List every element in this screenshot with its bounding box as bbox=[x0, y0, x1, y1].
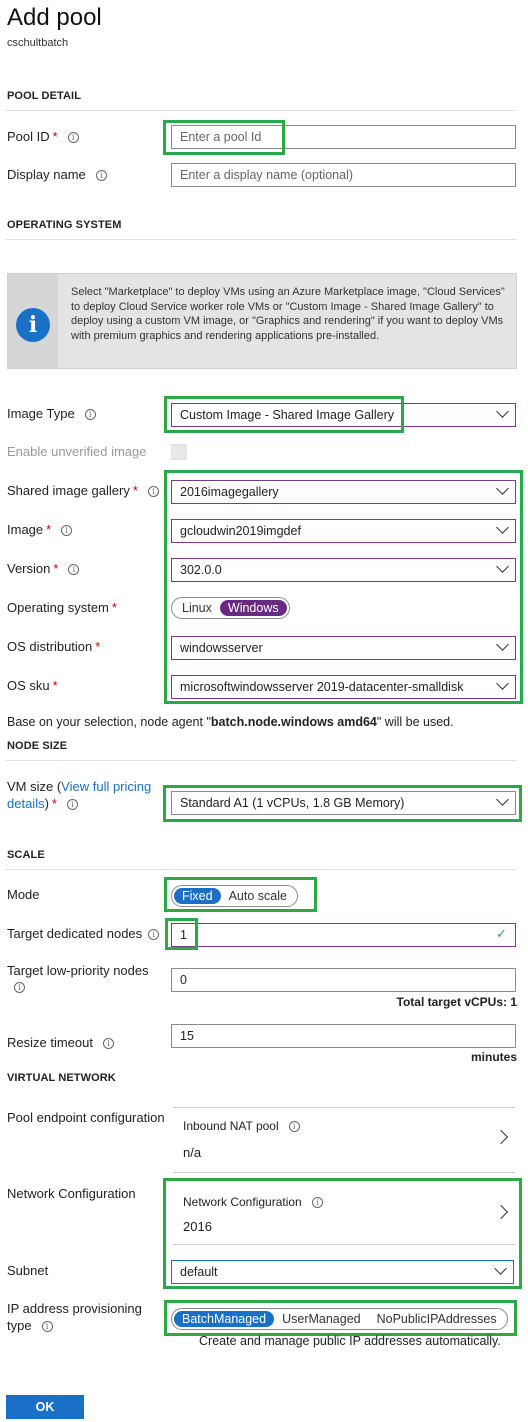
os-distribution-label: OS distribution * bbox=[7, 639, 101, 654]
unverified-image-label: Enable unverified image bbox=[7, 444, 147, 459]
display-name-input[interactable]: Enter a display name (optional) bbox=[171, 163, 516, 187]
image-type-label: Image Type i bbox=[7, 406, 96, 421]
highlight-network-group bbox=[163, 1178, 522, 1289]
resize-timeout-unit: minutes bbox=[470, 1050, 517, 1064]
info-icon: i bbox=[148, 929, 160, 940]
gallery-label: Shared image gallery * i bbox=[7, 483, 159, 498]
section-pool-detail: POOL DETAIL bbox=[7, 90, 82, 102]
highlight-image-type bbox=[164, 396, 404, 433]
dedicated-nodes-input[interactable]: 1 ✓ bbox=[171, 923, 516, 947]
highlight-image-group bbox=[164, 470, 523, 704]
resize-timeout-input[interactable]: 15 bbox=[171, 1024, 516, 1048]
info-icon: i bbox=[84, 409, 96, 420]
display-name-label: Display name i bbox=[7, 167, 107, 182]
info-icon: i bbox=[147, 486, 159, 497]
page-title: Add pool bbox=[7, 4, 102, 31]
mode-label: Mode bbox=[7, 887, 40, 902]
info-icon: i bbox=[67, 132, 79, 143]
pool-endpoint-label: Pool endpoint configuration bbox=[7, 1110, 165, 1125]
info-icon: i bbox=[41, 1321, 53, 1332]
divider bbox=[5, 110, 517, 111]
ip-provisioning-label-line1: IP address provisioning bbox=[7, 1301, 142, 1316]
info-icon: i bbox=[102, 1038, 114, 1049]
inbound-nat-pool-title: Inbound NAT pool i bbox=[183, 1119, 300, 1133]
ip-provisioning-description: Create and manage public IP addresses au… bbox=[199, 1334, 501, 1348]
image-label: Image * i bbox=[7, 522, 73, 537]
chevron-right-icon bbox=[493, 1129, 509, 1145]
resize-timeout-label: Resize timeout i bbox=[7, 1035, 114, 1050]
dedicated-nodes-label: Target dedicated nodes i bbox=[7, 926, 160, 941]
pool-id-label: Pool ID * i bbox=[7, 129, 79, 144]
unverified-image-checkbox[interactable] bbox=[171, 444, 187, 460]
low-priority-input[interactable]: 0 bbox=[171, 968, 516, 992]
highlight-mode bbox=[164, 877, 317, 912]
info-icon: i bbox=[68, 564, 80, 575]
subnet-label: Subnet bbox=[7, 1263, 49, 1278]
account-name: cschultbatch bbox=[7, 37, 69, 49]
highlight-vm-size bbox=[163, 785, 522, 822]
total-vcpus: Total target vCPUs: 1 bbox=[396, 995, 517, 1009]
section-node-size: NODE SIZE bbox=[7, 740, 68, 752]
info-icon: i bbox=[61, 525, 73, 536]
agent-note: Base on your selection, node agent "batc… bbox=[7, 715, 454, 729]
highlight-pool-id bbox=[163, 120, 285, 155]
os-info-box: i Select "Marketplace" to deploy VMs usi… bbox=[7, 273, 517, 369]
section-scale: SCALE bbox=[7, 849, 45, 861]
network-config-label: Network Configuration bbox=[7, 1186, 136, 1201]
os-sku-label: OS sku * bbox=[7, 678, 58, 693]
ip-provisioning-label-line2: type i bbox=[7, 1318, 53, 1333]
inbound-nat-pool-value: n/a bbox=[183, 1145, 202, 1160]
highlight-dedicated-nodes bbox=[165, 918, 198, 950]
vm-size-label: VM size (View full pricing details) * i bbox=[7, 779, 152, 811]
highlight-ip-provisioning bbox=[164, 1300, 517, 1336]
os-info-text: Select "Marketplace" to deploy VMs using… bbox=[71, 286, 505, 342]
low-priority-label: Target low-priority nodes bbox=[7, 963, 149, 978]
divider bbox=[5, 760, 517, 761]
operating-system-label: Operating system * bbox=[7, 600, 117, 615]
divider bbox=[5, 239, 517, 240]
chevron-down-icon bbox=[496, 405, 509, 418]
info-icon: i bbox=[95, 170, 107, 181]
info-icon: i bbox=[66, 799, 78, 810]
info-icon: i bbox=[288, 1121, 300, 1132]
divider bbox=[5, 869, 517, 870]
info-icon: i bbox=[16, 308, 50, 342]
check-icon: ✓ bbox=[496, 926, 507, 941]
version-label: Version * i bbox=[7, 561, 80, 576]
inbound-nat-pool-card[interactable]: Inbound NAT pool i n/a bbox=[173, 1107, 515, 1173]
section-virtual-network: VIRTUAL NETWORK bbox=[7, 1072, 116, 1084]
ok-button[interactable]: OK bbox=[6, 1395, 84, 1419]
info-icon: i bbox=[14, 982, 25, 993]
section-operating-system: OPERATING SYSTEM bbox=[7, 219, 122, 231]
